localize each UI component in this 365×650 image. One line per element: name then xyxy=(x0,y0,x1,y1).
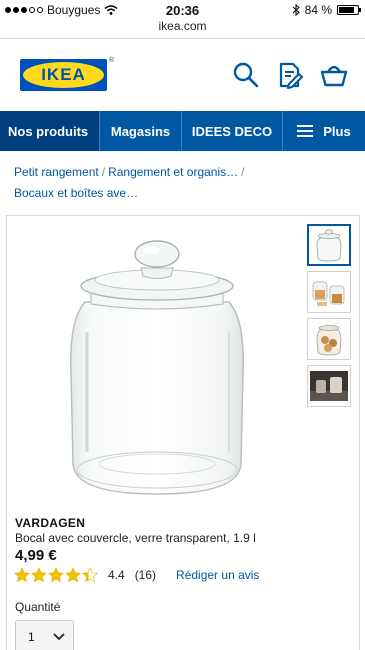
shopping-list-icon[interactable] xyxy=(276,61,304,89)
battery-percent: 84 % xyxy=(304,3,332,17)
chevron-down-icon xyxy=(53,633,65,641)
star-icon xyxy=(82,567,98,583)
thumbnail-jar[interactable] xyxy=(307,224,351,266)
star-icon xyxy=(65,567,81,583)
quantity-value: 1 xyxy=(28,630,35,644)
nav-item-more[interactable]: Plus xyxy=(283,111,365,151)
nav-item-stores[interactable]: Magasins xyxy=(100,111,182,151)
product-description: Bocal avec couvercle, verre transparent,… xyxy=(15,531,256,545)
status-bar: Bouygues 20:36 84 % xyxy=(0,0,365,20)
logo-text: IKEA xyxy=(41,65,86,84)
url-bar[interactable]: ikea.com xyxy=(0,19,365,33)
star-icon xyxy=(14,567,30,583)
breadcrumb-separator: / xyxy=(101,165,106,179)
quantity-label: Quantité xyxy=(15,600,61,614)
quantity-select[interactable]: 1 xyxy=(15,620,74,650)
rating-count[interactable]: (16) xyxy=(135,568,156,582)
breadcrumb-item[interactable]: Petit rangement xyxy=(14,165,99,179)
site-header: IKEA ® xyxy=(0,38,365,111)
main-nav: Nos produits Magasins IDEES DECO Plus xyxy=(0,111,365,151)
breadcrumb: Petit rangement / Rangement et organis… / B… xyxy=(14,162,354,204)
thumbnail-jar-dark-scene[interactable] xyxy=(307,365,351,407)
search-icon[interactable] xyxy=(232,61,260,89)
menu-icon xyxy=(297,125,314,137)
thumbnail-jars-with-food[interactable] xyxy=(307,271,351,313)
thumbnail-strip xyxy=(307,224,351,412)
ikea-logo[interactable]: IKEA ® xyxy=(20,57,114,91)
nav-item-products[interactable]: Nos produits xyxy=(0,111,100,151)
product-rating: 4.4 (16) Rédiger un avis xyxy=(14,567,259,583)
breadcrumb-item[interactable]: Rangement et organis… xyxy=(108,165,238,179)
bluetooth-icon xyxy=(292,4,300,16)
battery-icon xyxy=(337,5,361,15)
logo-registered-mark: ® xyxy=(108,57,114,64)
rating-stars xyxy=(14,567,98,583)
product-image[interactable] xyxy=(57,232,257,500)
breadcrumb-separator: / xyxy=(241,165,245,179)
product-price: 4,99 € xyxy=(15,547,57,564)
thumbnail-jar-with-cookies[interactable] xyxy=(307,318,351,360)
nav-more-label: Plus xyxy=(323,123,351,139)
cart-icon[interactable] xyxy=(320,61,348,89)
breadcrumb-item[interactable]: Bocaux et boîtes ave… xyxy=(14,186,138,200)
status-right: 84 % xyxy=(292,3,361,17)
product-name: VARDAGEN xyxy=(15,516,86,530)
product-card: VARDAGEN Bocal avec couvercle, verre tra… xyxy=(6,215,360,650)
rating-value: 4.4 xyxy=(108,568,125,582)
star-icon xyxy=(48,567,64,583)
nav-item-deco-ideas[interactable]: IDEES DECO xyxy=(182,111,283,151)
star-icon xyxy=(31,567,47,583)
write-review-link[interactable]: Rédiger un avis xyxy=(176,568,259,582)
